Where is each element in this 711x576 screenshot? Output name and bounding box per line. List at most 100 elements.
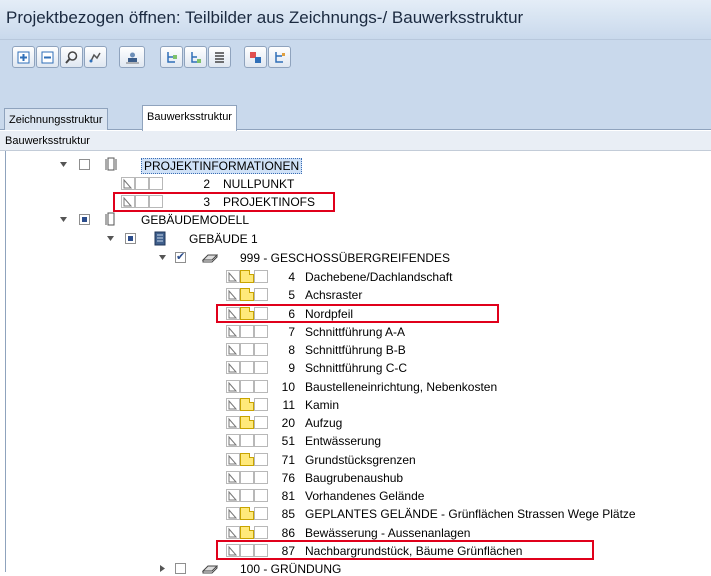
tree-item[interactable]: 51 Entwässerung <box>0 433 711 448</box>
layer-list-icon <box>215 51 224 63</box>
derive-drawing-icon <box>250 51 261 63</box>
drawing-label: NULLPUNKT <box>223 177 295 191</box>
drawing-number: 8 <box>288 343 295 357</box>
tree-item[interactable]: 11 Kamin <box>0 397 711 412</box>
tree-item[interactable]: 85 GEPLANTES GELÄNDE - Grünflächen Strass… <box>0 506 711 521</box>
drawing-label: Vorhandenes Gelände <box>305 489 425 503</box>
drawing-number: 7 <box>288 325 295 339</box>
window-title: Projektbezogen öffnen: Teilbilder aus Ze… <box>6 8 524 27</box>
chevron-down-icon[interactable] <box>59 215 68 224</box>
tree-item[interactable]: 81 Vorhandenes Gelände <box>0 488 711 503</box>
drawing-file-icon <box>228 490 238 501</box>
node-label: GEBÄUDE 1 <box>189 232 258 246</box>
drawing-label: PROJEKTINOFS <box>223 195 316 209</box>
tree-item[interactable]: 76 Baugrubenaushub <box>0 470 711 485</box>
tree-node-gebaeude[interactable]: GEBÄUDE 1 <box>0 231 711 246</box>
drawing-state-icons <box>226 489 269 502</box>
drawing-state-icons <box>226 380 269 393</box>
drawing-number: 2 <box>203 177 210 191</box>
structure-options-button[interactable] <box>268 46 291 68</box>
assign-user-button[interactable] <box>119 46 145 68</box>
node-checkbox[interactable] <box>79 214 90 225</box>
drawing-label: GEPLANTES GELÄNDE - Grünflächen Strassen… <box>305 507 636 521</box>
drawing-number: 51 <box>281 434 295 448</box>
drawing-file-icon <box>228 417 238 428</box>
tree-item[interactable]: 10 Baustelleneinrichtung, Nebenkosten <box>0 379 711 394</box>
tree-node-projektinformationen[interactable]: PROJEKTINFORMATIONEN <box>0 157 711 174</box>
chevron-down-icon[interactable] <box>158 253 167 262</box>
node-checkbox[interactable] <box>125 233 136 244</box>
tab-bauwerksstruktur[interactable]: Bauwerksstruktur <box>142 105 237 131</box>
empty-slot <box>240 544 254 557</box>
document-icon <box>240 288 254 301</box>
drawing-state-icons <box>226 270 269 283</box>
drawing-file-icon <box>228 271 238 282</box>
layer-list-button[interactable] <box>208 46 231 68</box>
derive-drawing-button[interactable] <box>244 46 267 68</box>
panel-header: Bauwerksstruktur <box>0 131 711 151</box>
filter-button[interactable] <box>84 46 107 68</box>
drawing-number: 76 <box>281 471 295 485</box>
drawing-state-icons <box>226 325 269 338</box>
chevron-down-icon[interactable] <box>59 160 68 169</box>
tree-item[interactable]: 86 Bewässerung - Aussenanlagen <box>0 525 711 540</box>
node-label: 100 - GRÜNDUNG <box>240 562 342 576</box>
empty-slot <box>240 471 254 484</box>
tree-node-gruendung[interactable]: 100 - GRÜNDUNG <box>0 561 711 576</box>
insert-structure-icon <box>167 51 177 63</box>
storey-icon <box>202 254 218 263</box>
drawing-label: Kamin <box>305 398 340 412</box>
empty-slot <box>240 325 254 338</box>
structure-options-icon <box>275 51 285 63</box>
filter-icon <box>89 52 101 62</box>
tree-node-geschoss-999[interactable]: 999 - GESCHOSSÜBERGREIFENDES <box>0 250 711 265</box>
tree-item[interactable]: 4 Dachebene/Dachlandschaft <box>0 269 711 284</box>
tree-node-gebaeudemodell[interactable]: GEBÄUDEMODELL <box>0 212 711 227</box>
drawing-label: Grundstücksgrenzen <box>305 453 416 467</box>
drawing-state-icons <box>226 526 269 539</box>
node-label: PROJEKTINFORMATIONEN <box>141 158 303 174</box>
chevron-down-icon[interactable] <box>106 234 115 243</box>
drawing-state-icons <box>226 288 269 301</box>
node-checkbox[interactable] <box>79 159 90 170</box>
insert-level-button[interactable] <box>184 46 207 68</box>
expand-all-button[interactable] <box>12 46 35 68</box>
drawing-state-icons <box>226 343 269 356</box>
drawing-file-icon <box>228 527 238 538</box>
tree-item[interactable]: 7 Schnittführung A-A <box>0 324 711 339</box>
drawing-number: 71 <box>281 453 295 467</box>
drawing-number: 20 <box>281 416 295 430</box>
node-label: GEBÄUDEMODELL <box>141 213 250 227</box>
tree-item[interactable]: 8 Schnittführung B-B <box>0 342 711 357</box>
tree-item[interactable]: 71 Grundstücksgrenzen <box>0 452 711 467</box>
node-label: 999 - GESCHOSSÜBERGREIFENDES <box>240 251 451 265</box>
tree-item[interactable]: 6 Nordpfeil <box>0 306 711 321</box>
drawing-number: 3 <box>203 195 210 209</box>
node-checkbox[interactable] <box>175 250 186 263</box>
drawing-label: Bewässerung - Aussenanlagen <box>305 526 471 540</box>
tree-item[interactable]: 2 NULLPUNKT <box>0 176 711 191</box>
tree-item[interactable]: 9 Schnittführung C-C <box>0 360 711 375</box>
drawing-file-icon <box>228 508 238 519</box>
expand-all-icon <box>17 51 30 63</box>
drawing-label: Achsraster <box>305 288 363 302</box>
tree-item[interactable]: 87 Nachbargrundstück, Bäume Grünflächen <box>0 543 711 558</box>
tree-item[interactable]: 5 Achsraster <box>0 287 711 302</box>
assign-user-icon <box>125 52 139 63</box>
tree-item[interactable]: 20 Aufzug <box>0 415 711 430</box>
drawing-state-icons <box>121 195 164 208</box>
tab-zeichnungsstruktur[interactable]: Zeichnungsstruktur <box>4 108 108 130</box>
drawing-label: Dachebene/Dachlandschaft <box>305 270 453 284</box>
document-icon <box>240 416 254 429</box>
drawing-state-icons <box>226 307 269 320</box>
drawing-file-icon <box>228 454 238 465</box>
tree-item[interactable]: 3 PROJEKTINOFS <box>0 194 711 209</box>
drawing-state-icons <box>226 471 269 484</box>
drawing-number: 85 <box>281 507 295 521</box>
collapse-all-button[interactable] <box>36 46 59 68</box>
insert-structure-button[interactable] <box>160 46 183 68</box>
search-button[interactable] <box>60 46 83 68</box>
drawing-label: Schnittführung C-C <box>305 361 408 375</box>
node-checkbox[interactable] <box>175 563 186 574</box>
tab-strip: Zeichnungsstruktur Bauwerksstruktur <box>0 100 711 131</box>
